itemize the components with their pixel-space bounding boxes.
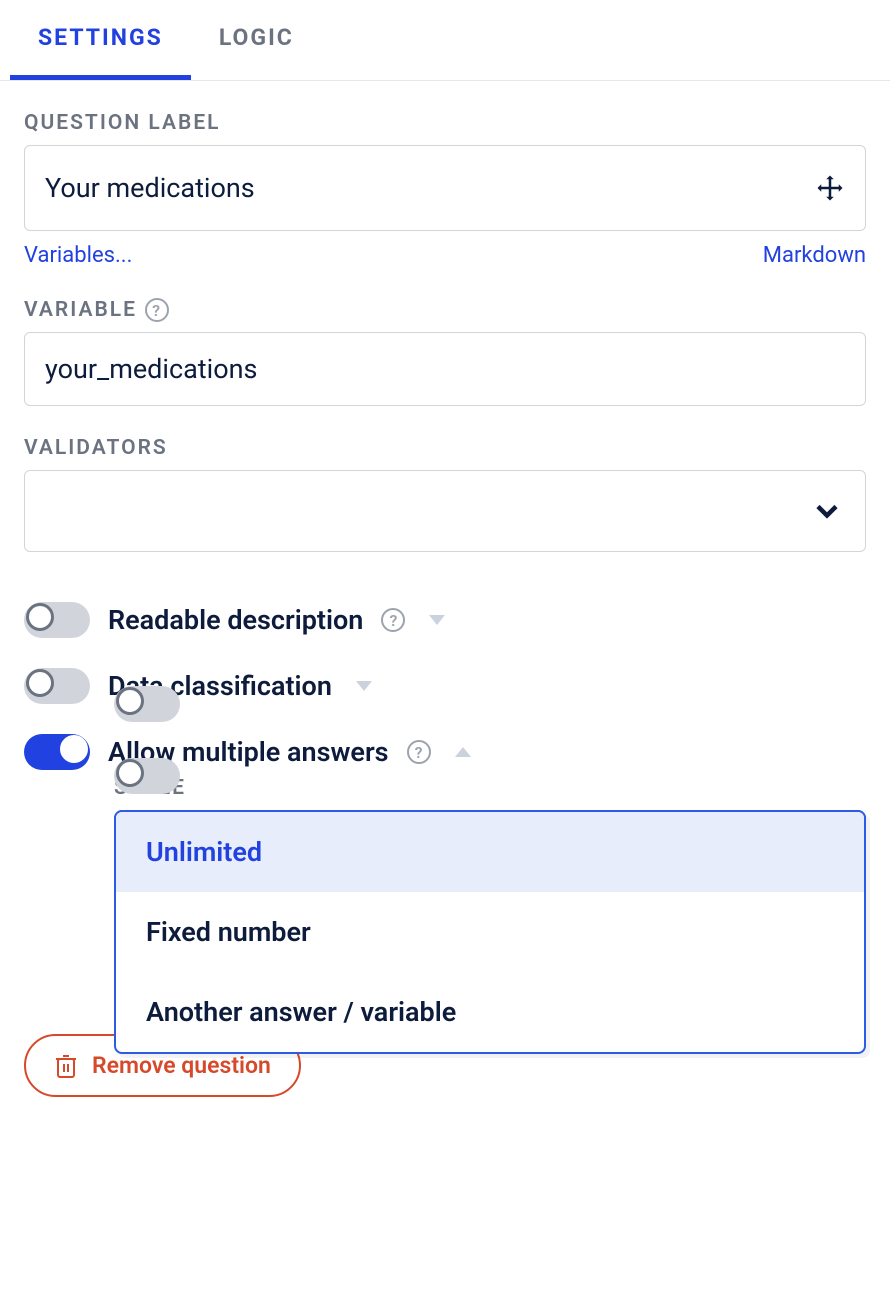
data-classification-toggle[interactable]	[24, 668, 90, 704]
question-label-header: QUESTION LABEL	[24, 111, 866, 135]
help-icon[interactable]: ?	[145, 298, 169, 322]
markdown-link[interactable]: Markdown	[763, 243, 866, 268]
tabs-bar: SETTINGS LOGIC	[0, 0, 890, 81]
question-label-value: Your medications	[45, 172, 255, 204]
style-option-another[interactable]: Another answer / variable	[116, 972, 864, 1052]
readable-description-toggle[interactable]	[24, 602, 90, 638]
variables-link[interactable]: Variables...	[24, 243, 132, 268]
move-icon[interactable]	[815, 173, 845, 203]
variable-value: your_medications	[45, 353, 257, 385]
tab-logic[interactable]: LOGIC	[191, 0, 322, 80]
validators-header: VALIDATORS	[24, 436, 866, 460]
style-option-fixed[interactable]: Fixed number	[116, 892, 864, 972]
question-label-input[interactable]: Your medications	[24, 145, 866, 231]
variable-header: VARIABLE ?	[24, 298, 866, 322]
tab-settings[interactable]: SETTINGS	[10, 0, 191, 80]
style-option-unlimited[interactable]: Unlimited	[116, 812, 864, 892]
help-icon[interactable]: ?	[381, 608, 405, 632]
trash-icon	[54, 1053, 78, 1079]
hidden-toggle-2[interactable]	[114, 758, 180, 794]
style-dropdown: Unlimited Fixed number Another answer / …	[114, 810, 866, 1054]
validators-select[interactable]	[24, 470, 866, 552]
hidden-toggle-1[interactable]	[114, 686, 180, 722]
allow-multiple-toggle[interactable]	[24, 734, 90, 770]
readable-description-label: Readable description	[108, 604, 363, 636]
chevron-down-icon	[809, 493, 845, 529]
remove-question-label: Remove question	[92, 1052, 271, 1079]
caret-down-icon[interactable]	[429, 615, 445, 625]
variable-input[interactable]: your_medications	[24, 332, 866, 406]
